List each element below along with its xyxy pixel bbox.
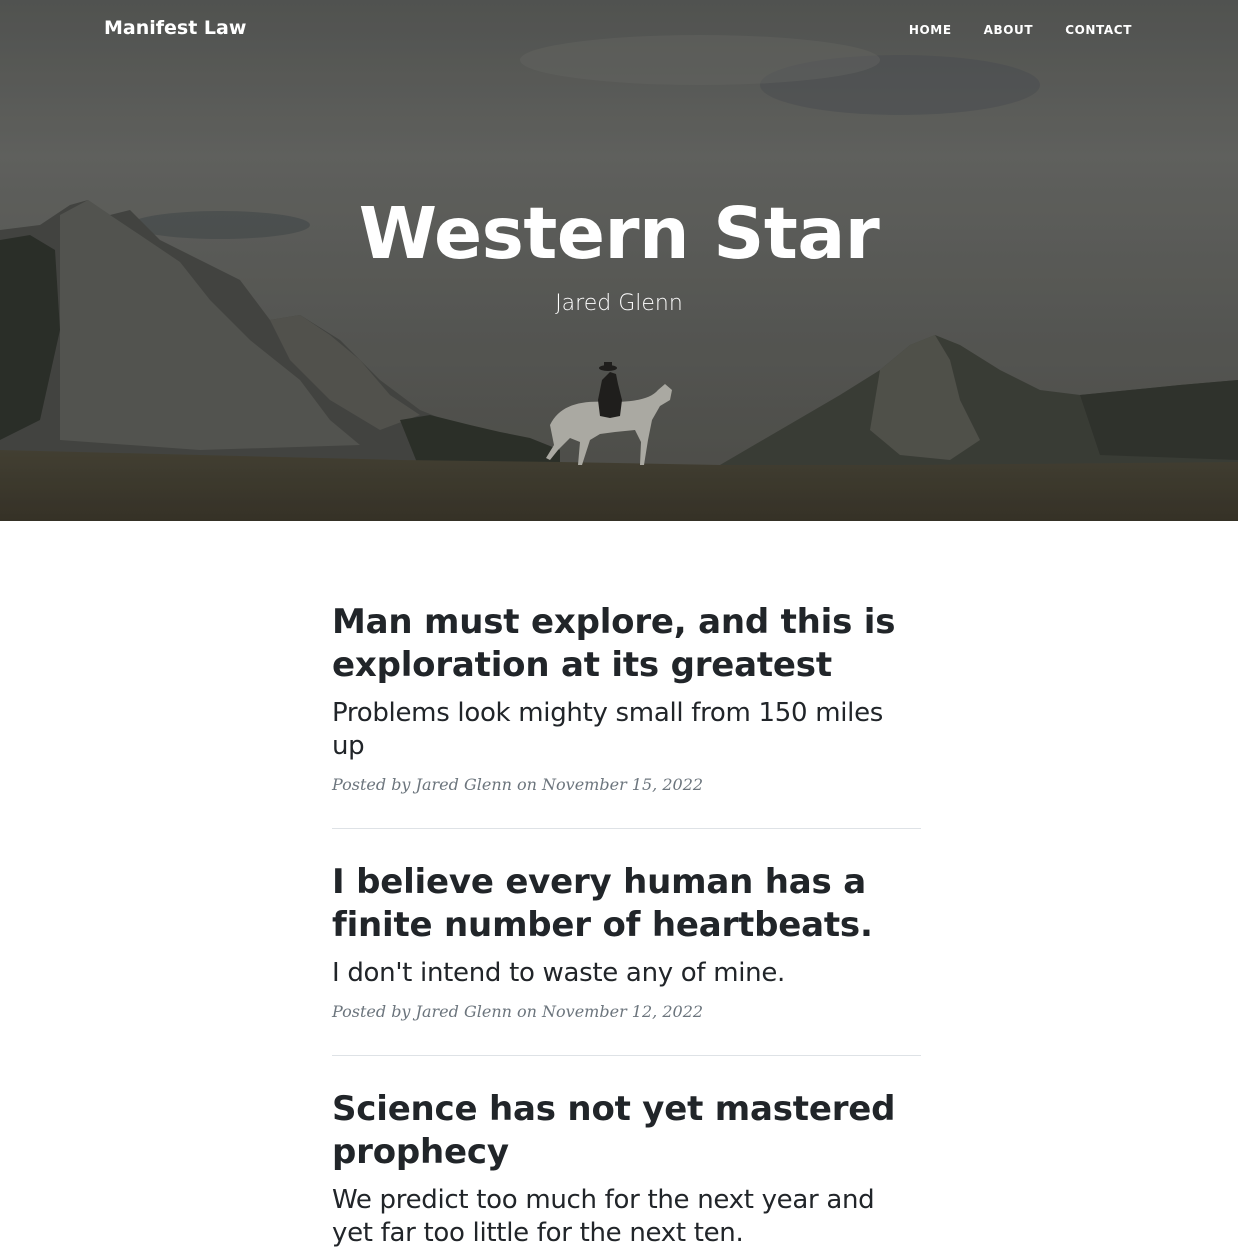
site-title: Western Star	[358, 192, 880, 275]
post-preview: Man must explore, and this is exploratio…	[332, 521, 921, 794]
post-title[interactable]: Science has not yet mastered prophecy	[332, 1088, 921, 1174]
post-subtitle[interactable]: I don't intend to waste any of mine.	[332, 957, 921, 990]
post-title[interactable]: Man must explore, and this is exploratio…	[332, 601, 921, 687]
brand-link[interactable]: Manifest Law	[104, 17, 246, 39]
post-list: Man must explore, and this is exploratio…	[332, 521, 921, 1250]
post-link[interactable]: I believe every human has a finite numbe…	[332, 861, 921, 990]
post-title[interactable]: I believe every human has a finite numbe…	[332, 861, 921, 947]
site-subtitle: Jared Glenn	[555, 291, 683, 317]
main-navbar: Manifest Law HOME ABOUT CONTACT	[0, 0, 1238, 62]
post-subtitle[interactable]: We predict too much for the next year an…	[332, 1184, 921, 1250]
post-link[interactable]: Man must explore, and this is exploratio…	[332, 601, 921, 763]
nav-links: HOME ABOUT CONTACT	[877, 23, 1132, 37]
nav-link-home[interactable]: HOME	[909, 23, 952, 37]
post-link[interactable]: Science has not yet mastered prophecy We…	[332, 1088, 921, 1250]
nav-link-about[interactable]: ABOUT	[984, 23, 1034, 37]
post-meta: Posted by Jared Glenn on November 12, 20…	[332, 1002, 704, 1021]
post-preview: Science has not yet mastered prophecy We…	[332, 1056, 921, 1250]
post-subtitle[interactable]: Problems look mighty small from 150 mile…	[332, 697, 921, 763]
nav-link-contact[interactable]: CONTACT	[1065, 23, 1132, 37]
post-preview: I believe every human has a finite numbe…	[332, 829, 921, 1021]
post-meta: Posted by Jared Glenn on November 15, 20…	[332, 775, 704, 794]
hero-header: Manifest Law HOME ABOUT CONTACT Western …	[0, 0, 1238, 521]
site-heading: Western Star Jared Glenn	[0, 192, 1238, 317]
